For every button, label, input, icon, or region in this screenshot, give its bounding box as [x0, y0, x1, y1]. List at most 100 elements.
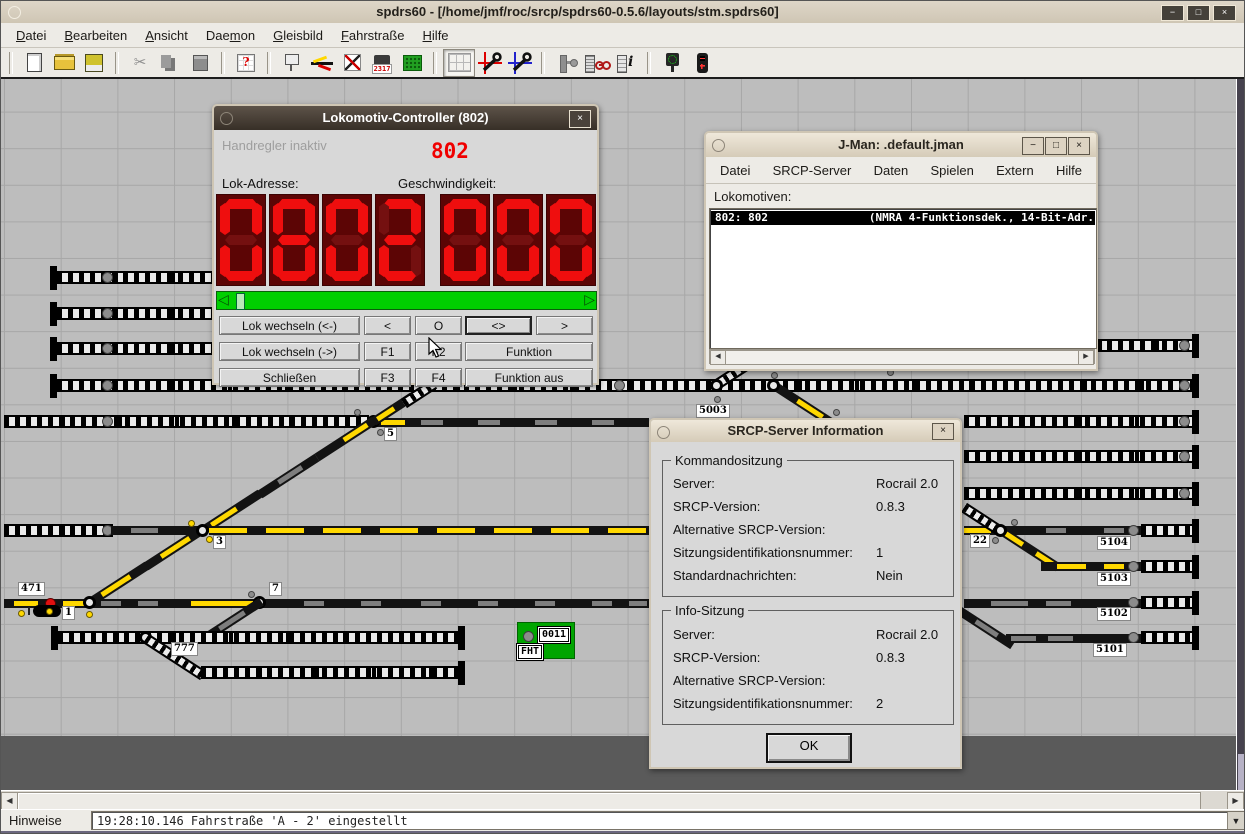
f4-button[interactable]: F4	[415, 368, 462, 387]
jman-close-button[interactable]: ×	[1068, 137, 1090, 155]
new-document-button[interactable]	[19, 50, 49, 76]
status-dropdown-button[interactable]: ▼	[1227, 812, 1244, 829]
status-bar: Hinweise 19:28:10.146 Fahrstraße 'A - 2'…	[1, 809, 1245, 831]
slider-handle[interactable]	[236, 293, 245, 310]
schliessen-button[interactable]: Schließen	[219, 368, 360, 387]
maximize-button[interactable]: □	[1187, 5, 1210, 21]
stop-button[interactable]: O	[415, 316, 462, 335]
status-message-field[interactable]: 19:28:10.146 Fahrstraße 'A - 2' eingeste…	[91, 811, 1245, 830]
buffer-stop-icon	[1192, 374, 1199, 398]
loco-list-item-selected[interactable]: 802: 802 (NMRA 4-Funktionsdek., 14-Bit-A…	[711, 211, 1095, 225]
turnout[interactable]	[196, 524, 209, 537]
buffer-stop-icon	[1192, 334, 1199, 358]
speed-down-button[interactable]: <	[364, 316, 411, 335]
menu-daemon[interactable]: Daemon	[197, 26, 264, 45]
shunt-signal-button[interactable]	[551, 50, 581, 76]
turnout[interactable]	[994, 524, 1007, 537]
direction-toggle-button[interactable]: <>	[465, 316, 532, 335]
route-indicator-dot	[18, 610, 25, 617]
funktion-aus-button[interactable]: Funktion aus	[465, 368, 593, 387]
srcp-close-button[interactable]: ×	[932, 423, 954, 440]
controller-close-button[interactable]: ×	[569, 110, 591, 128]
menu-hilfe[interactable]: Hilfe	[414, 26, 458, 45]
scroll-right-button[interactable]: ▶	[1227, 792, 1244, 810]
turnout-control-button[interactable]	[307, 50, 337, 76]
menu-gleisbild[interactable]: Gleisbild	[264, 26, 332, 45]
funktion-button[interactable]: Funktion	[465, 342, 593, 361]
speed-up-button[interactable]: >	[536, 316, 593, 335]
signal-red-button[interactable]	[687, 50, 717, 76]
lok-wechseln-prev-button[interactable]: Lok wechseln (<-)	[219, 316, 360, 335]
menu-fahrstrasse[interactable]: Fahrstraße	[332, 26, 414, 45]
turnout[interactable]	[767, 379, 780, 392]
jman-scroll-left-button[interactable]: ◀	[710, 350, 726, 365]
scroll-left-button[interactable]: ◀	[1, 792, 18, 810]
speed-slider[interactable]: ◁ ▷	[216, 291, 597, 310]
edit-mode-blue-button[interactable]	[505, 50, 535, 76]
gleisbild-grid-button[interactable]	[443, 49, 475, 77]
lok-wechseln-next-button[interactable]: Lok wechseln (->)	[219, 342, 360, 361]
minimize-button[interactable]: −	[1161, 5, 1184, 21]
jman-scrollbar-thumb[interactable]	[725, 350, 1082, 365]
jman-menu-hilfe[interactable]: Hilfe	[1056, 163, 1082, 178]
track	[1141, 524, 1193, 537]
layout-lower-panel	[1, 736, 1238, 790]
controller-titlebar[interactable]: Lokomotiv-Controller (802) ×	[214, 106, 597, 130]
jman-menu-spielen[interactable]: Spielen	[931, 163, 974, 178]
srcp-titlebar[interactable]: SRCP-Server Information ×	[651, 420, 960, 442]
ok-button[interactable]: OK	[766, 733, 852, 763]
clock-button[interactable]	[337, 50, 367, 76]
daemon-switch-button[interactable]	[277, 50, 307, 76]
track-occupancy-dot	[1179, 416, 1190, 427]
track-occupancy-dot	[1179, 380, 1190, 391]
f1-button[interactable]: F1	[364, 342, 411, 361]
loco-programming-button[interactable]: 2317	[367, 50, 397, 76]
jman-menu-extern[interactable]: Extern	[996, 163, 1034, 178]
jman-titlebar[interactable]: J-Man: .default.jman − □ ×	[706, 133, 1096, 157]
turnout[interactable]	[710, 379, 723, 392]
jman-maximize-button[interactable]: □	[1045, 137, 1067, 155]
open-layout-button[interactable]	[49, 50, 79, 76]
menu-datei[interactable]: Datei	[7, 26, 55, 45]
signal-green-button[interactable]	[657, 50, 687, 76]
horizontal-scrollbar-thumb[interactable]	[17, 792, 1201, 810]
turnout-indicator-dot	[1011, 519, 1018, 526]
menu-ansicht[interactable]: Ansicht	[136, 26, 197, 45]
vertical-scrollbar[interactable]	[1236, 79, 1244, 790]
track	[4, 524, 113, 537]
vertical-scrollbar-thumb[interactable]	[1238, 754, 1244, 790]
loco-list[interactable]: 802: 802 (NMRA 4-Funktionsdek., 14-Bit-A…	[709, 208, 1097, 349]
element-properties-button[interactable]: ?	[231, 50, 261, 76]
track-occupancy-dot	[102, 380, 113, 391]
properties-grid-icon: ?	[237, 54, 255, 72]
slider-left-arrow[interactable]: ◁	[218, 291, 229, 308]
keyboard-monitor-button[interactable]	[397, 50, 427, 76]
copy-button[interactable]	[155, 50, 185, 76]
save-layout-button[interactable]	[79, 50, 109, 76]
jman-menu-daten[interactable]: Daten	[874, 163, 909, 178]
route-indicator-dot	[206, 536, 213, 543]
close-button[interactable]: ×	[1213, 5, 1236, 21]
f3-button[interactable]: F3	[364, 368, 411, 387]
buffer-stop-icon	[458, 626, 465, 650]
jman-scroll-right-button[interactable]: ▶	[1078, 350, 1094, 365]
edit-mode-red-button[interactable]	[475, 50, 505, 76]
track-label: 5104	[1097, 536, 1131, 550]
seven-segment-digit	[440, 194, 490, 286]
jman-horizontal-scrollbar[interactable]: ◀ ▶	[709, 349, 1095, 364]
menu-bearbeiten[interactable]: Bearbeiten	[55, 26, 136, 45]
jman-menu-datei[interactable]: Datei	[720, 163, 750, 178]
track	[58, 631, 458, 644]
turnout-icon	[311, 55, 333, 71]
decoder-icon	[585, 54, 607, 72]
element-info-button[interactable]: i	[611, 50, 641, 76]
jman-menu-srcp-server[interactable]: SRCP-Server	[773, 163, 852, 178]
loco-decoder-button[interactable]	[581, 50, 611, 76]
jman-minimize-button[interactable]: −	[1022, 137, 1044, 155]
slider-right-arrow[interactable]: ▷	[584, 291, 595, 308]
paste-button[interactable]	[185, 50, 215, 76]
horizontal-scrollbar[interactable]: ◀ ▶	[1, 790, 1245, 809]
turnout[interactable]	[83, 596, 96, 609]
cut-button[interactable]: ✂	[125, 50, 155, 76]
turnout-indicator-dot	[992, 537, 999, 544]
